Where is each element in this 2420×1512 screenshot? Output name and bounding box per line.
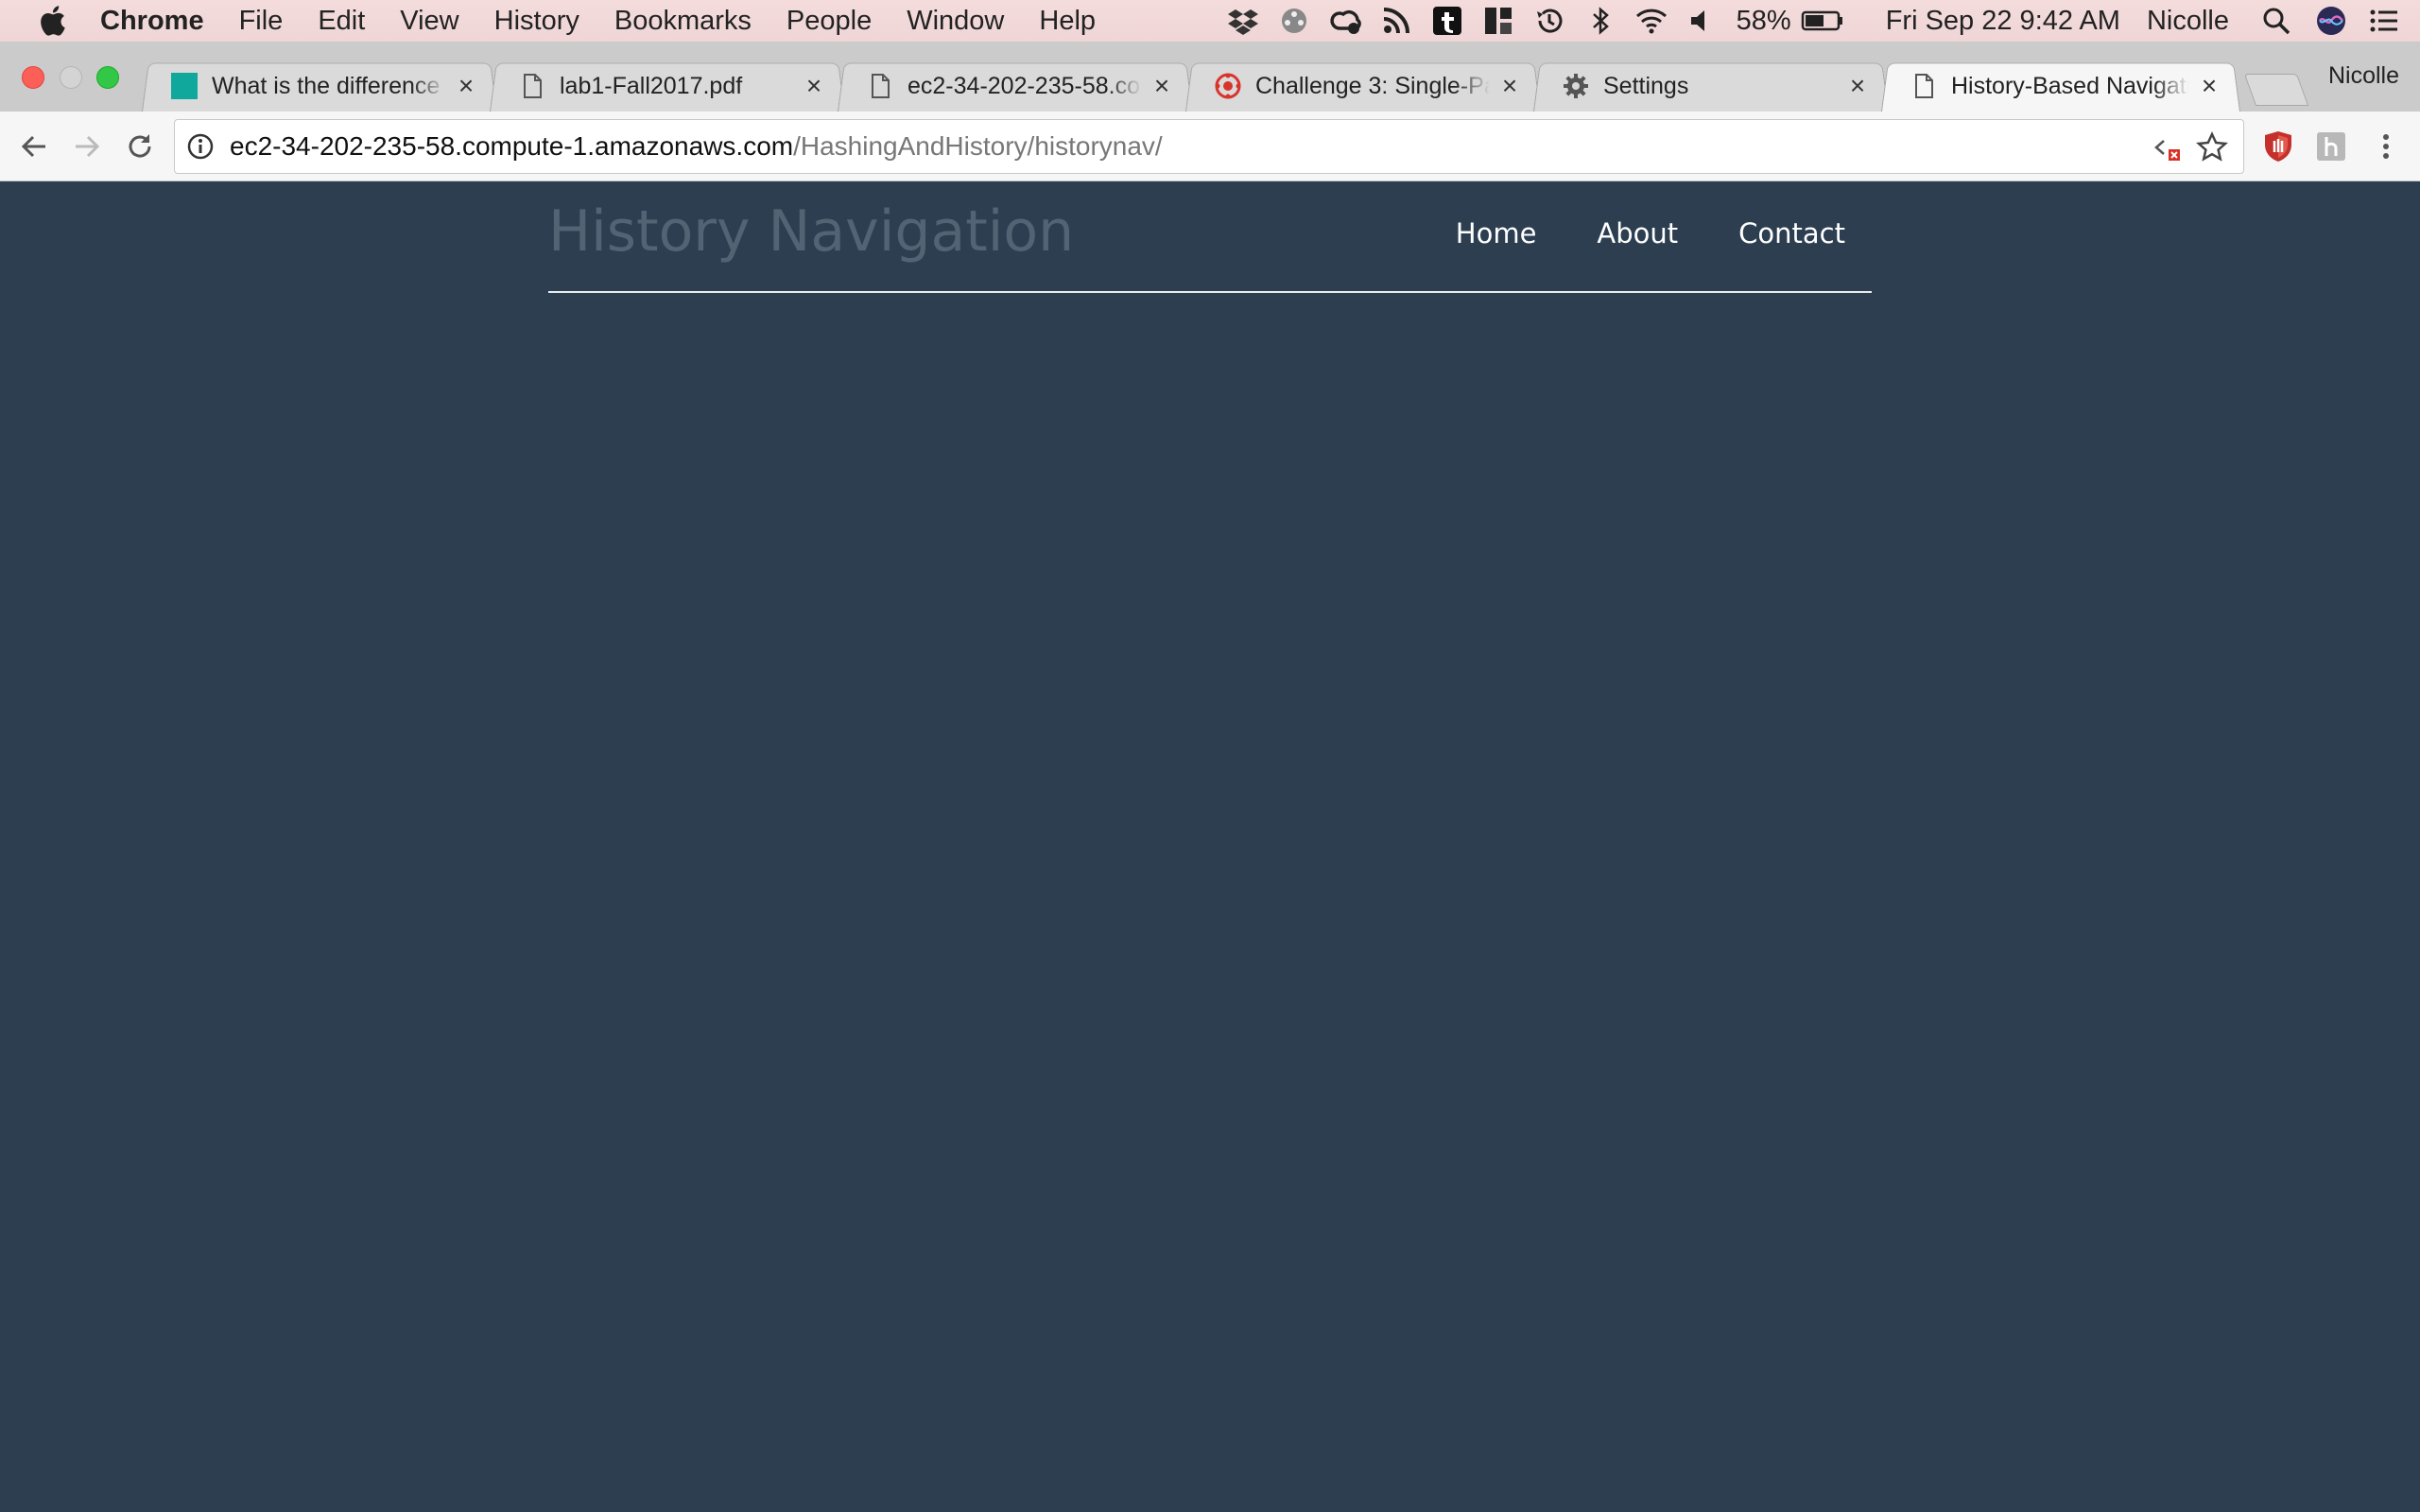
reload-icon[interactable]: [123, 129, 157, 163]
menu-window[interactable]: Window: [907, 6, 1004, 37]
menu-edit[interactable]: Edit: [318, 6, 365, 37]
menubar-user[interactable]: Nicolle: [2147, 6, 2229, 37]
tab-title: Challenge 3: Single-Pa: [1255, 72, 1490, 99]
menubar-clock[interactable]: Fri Sep 22 9:42 AM: [1886, 6, 2120, 37]
site-nav: Home About Contact: [1456, 217, 1845, 249]
menu-view[interactable]: View: [400, 6, 458, 37]
grey-extension-icon[interactable]: [2314, 129, 2348, 163]
close-icon[interactable]: ×: [804, 73, 824, 99]
nav-link-about[interactable]: About: [1597, 217, 1678, 249]
url-host: ec2-34-202-235-58.compute-1.amazonaws.co…: [230, 131, 794, 161]
menu-bookmarks[interactable]: Bookmarks: [614, 6, 752, 37]
nav-link-home[interactable]: Home: [1456, 217, 1537, 249]
tab-strip: What is the difference b × lab1-Fall2017…: [0, 42, 2420, 112]
wifi-icon[interactable]: [1634, 4, 1668, 38]
tab-title: lab1-Fall2017.pdf: [560, 72, 743, 99]
site-title: History Navigation: [548, 198, 1075, 265]
profile-button[interactable]: Nicolle: [2328, 62, 2399, 90]
site-header: History Navigation Home About Contact: [548, 181, 1872, 293]
creative-cloud-icon[interactable]: [1328, 4, 1362, 38]
dropbox-icon[interactable]: [1226, 4, 1260, 38]
notification-center-icon[interactable]: [2367, 4, 2401, 38]
document-icon: [1915, 74, 1933, 98]
gear-icon: [1564, 74, 1588, 98]
red-badge-icon: [1215, 73, 1241, 99]
volume-icon[interactable]: [1685, 4, 1720, 38]
status-area: 58% Fri Sep 22 9:42 AM Nicolle: [1226, 0, 2420, 42]
tab-title: What is the difference b: [212, 72, 446, 99]
url-path: /HashingAndHistory/historynav/: [793, 131, 1163, 161]
tab-history-based-navigation[interactable]: History-Based Navigati ×: [1881, 60, 2240, 112]
blocked-script-icon[interactable]: [2152, 131, 2185, 163]
ublock-extension-icon[interactable]: [2261, 129, 2295, 163]
menu-file[interactable]: File: [239, 6, 284, 37]
close-icon[interactable]: ×: [1847, 73, 1868, 99]
teal-square-icon: [171, 73, 198, 99]
t-app-icon[interactable]: [1430, 4, 1464, 38]
tab-lab1-pdf[interactable]: lab1-Fall2017.pdf ×: [490, 60, 845, 112]
info-icon[interactable]: [186, 132, 215, 161]
menu-people[interactable]: People: [786, 6, 872, 37]
new-tab-button[interactable]: [2243, 74, 2309, 106]
menu-history[interactable]: History: [494, 6, 579, 37]
close-icon[interactable]: ×: [1151, 73, 1172, 99]
chrome-menu-icon[interactable]: [2369, 129, 2403, 163]
macos-menu-bar: Chrome File Edit View History Bookmarks …: [0, 0, 2420, 42]
document-icon: [872, 74, 890, 98]
window-minimize-button[interactable]: [60, 66, 82, 89]
nav-link-contact[interactable]: Contact: [1738, 217, 1845, 249]
browser-toolbar: ec2-34-202-235-58.compute-1.amazonaws.co…: [0, 112, 2420, 181]
close-icon[interactable]: ×: [456, 73, 476, 99]
film-reel-icon[interactable]: [1277, 4, 1311, 38]
layout-grid-icon[interactable]: [1481, 4, 1515, 38]
page-content: History Navigation Home About Contact: [0, 181, 2420, 1512]
battery-icon[interactable]: [1801, 4, 1844, 38]
forward-arrow-icon[interactable]: [70, 129, 104, 163]
window-close-button[interactable]: [22, 66, 44, 89]
tab-title: ec2-34-202-235-58.co: [908, 72, 1140, 99]
window-zoom-button[interactable]: [96, 66, 119, 89]
tab-settings[interactable]: Settings ×: [1533, 60, 1889, 112]
time-machine-icon[interactable]: [1532, 4, 1566, 38]
battery-percent[interactable]: 58%: [1737, 6, 1791, 37]
close-icon[interactable]: ×: [1499, 73, 1520, 99]
siri-icon[interactable]: [2314, 4, 2348, 38]
tab-ec2-host[interactable]: ec2-34-202-235-58.co ×: [838, 60, 1193, 112]
document-icon: [524, 74, 542, 98]
bookmark-star-icon[interactable]: [2196, 131, 2228, 163]
tab-title: History-Based Navigati: [1951, 72, 2189, 99]
spotlight-search-icon[interactable]: [2259, 4, 2293, 38]
tab-title: Settings: [1603, 72, 1689, 99]
tab-challenge-3[interactable]: Challenge 3: Single-Pa ×: [1185, 60, 1541, 112]
tab-what-is-the-difference[interactable]: What is the difference b ×: [142, 60, 497, 112]
menu-help[interactable]: Help: [1039, 6, 1096, 37]
apple-icon[interactable]: [38, 5, 66, 37]
back-arrow-icon[interactable]: [17, 129, 51, 163]
address-bar[interactable]: ec2-34-202-235-58.compute-1.amazonaws.co…: [174, 119, 2244, 174]
close-icon[interactable]: ×: [2199, 73, 2220, 99]
bluetooth-icon[interactable]: [1583, 4, 1617, 38]
menu-app-name[interactable]: Chrome: [100, 6, 204, 37]
rss-feed-icon[interactable]: [1379, 4, 1413, 38]
